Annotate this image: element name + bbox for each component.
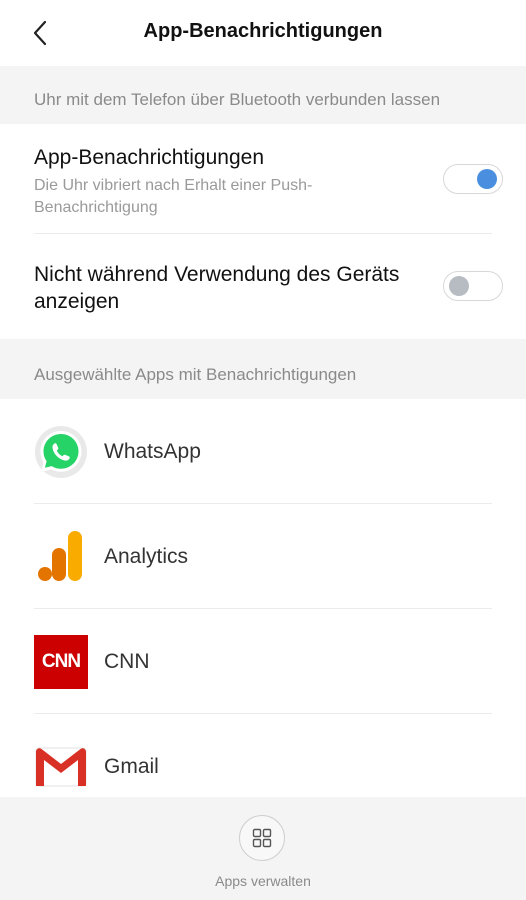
list-item-analytics[interactable]: Analytics: [0, 504, 526, 609]
grid-icon: [252, 828, 272, 848]
list-item-gmail[interactable]: Gmail: [0, 714, 526, 797]
section-header-apps-label: Ausgewählte Apps mit Benachrichtigungen: [34, 365, 357, 384]
setting-app-notifications[interactable]: App-Benachrichtigungen Die Uhr vibriert …: [34, 144, 502, 219]
app-name: CNN: [104, 650, 150, 673]
app-name: Analytics: [104, 545, 189, 568]
apps-list: WhatsApp Analytics CNN CNN Gmail: [0, 399, 526, 797]
cnn-icon: CNN: [34, 635, 88, 689]
bottom-bar: Apps verwalten: [0, 797, 526, 900]
section-header-apps: Ausgewählte Apps mit Benachrichtigungen: [0, 339, 526, 399]
whatsapp-icon: [34, 425, 88, 479]
section-header-bluetooth: Uhr mit dem Telefon über Bluetooth verbu…: [0, 66, 526, 124]
list-item-whatsapp[interactable]: WhatsApp: [0, 399, 526, 504]
list-item-cnn[interactable]: CNN CNN: [0, 609, 526, 714]
cnn-logo-text: CNN: [41, 651, 81, 672]
app-name: Gmail: [104, 755, 159, 778]
divider: [34, 233, 492, 234]
toggle-knob: [477, 169, 497, 189]
top-bar: App-Benachrichtigungen: [0, 0, 526, 66]
setting-do-not-show-while-using[interactable]: Nicht während Verwendung des Geräts anze…: [34, 261, 502, 315]
app-notifications-toggle[interactable]: [443, 164, 503, 194]
manage-apps-label[interactable]: Apps verwalten: [0, 873, 526, 889]
setting-label: Nicht während Verwendung des Geräts anze…: [34, 263, 400, 313]
gmail-icon: [34, 744, 88, 797]
setting-description: Die Uhr vibriert nach Erhalt einer Push-…: [34, 177, 313, 216]
app-name: WhatsApp: [104, 440, 201, 463]
do-not-show-toggle[interactable]: [443, 271, 503, 301]
toggle-knob: [449, 276, 469, 296]
section-header-bluetooth-label: Uhr mit dem Telefon über Bluetooth verbu…: [34, 90, 441, 109]
settings-card: App-Benachrichtigungen Die Uhr vibriert …: [0, 124, 526, 339]
setting-label: App-Benachrichtigungen: [34, 146, 264, 169]
analytics-icon: [34, 530, 88, 584]
manage-apps-button[interactable]: [239, 815, 285, 861]
page-title: App-Benachrichtigungen: [143, 20, 383, 42]
